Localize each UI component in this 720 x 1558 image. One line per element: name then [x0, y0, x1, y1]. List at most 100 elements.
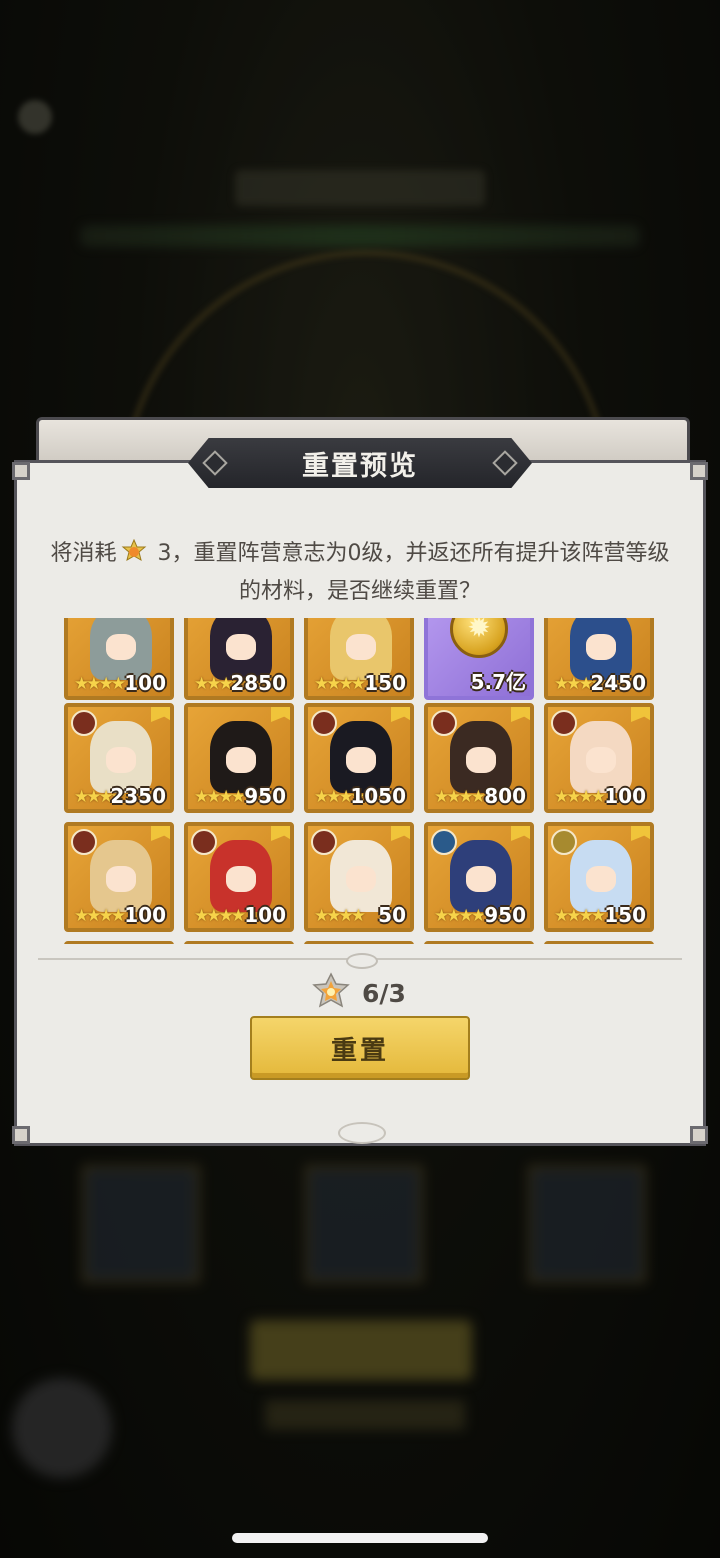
- hero-card[interactable]: ★★★★ 800: [424, 703, 534, 813]
- faction-beast-icon: [431, 710, 457, 736]
- hero-card[interactable]: ★★★★ 150: [544, 822, 654, 932]
- hero-card[interactable]: [424, 941, 534, 944]
- reset-confirmation-message: 将消耗 3，重置阵营意志为0级，并返还所有提升该阵营等级的材料，是否继续重置？: [40, 535, 680, 611]
- hero-face: [586, 634, 616, 660]
- hero-face: [346, 634, 376, 660]
- divider-ornament: [346, 953, 378, 969]
- hero-face: [226, 866, 256, 892]
- hero-face: [106, 866, 136, 892]
- item-count: 100: [244, 903, 286, 927]
- frame-corner-ornament: [690, 1126, 708, 1144]
- hero-card[interactable]: [304, 941, 414, 944]
- item-count: 100: [124, 903, 166, 927]
- rank-ribbon-icon: [631, 826, 650, 841]
- hero-face: [346, 747, 376, 773]
- faction-light-icon: [551, 829, 577, 855]
- cost-counter: 6/3: [362, 978, 406, 1008]
- faction-beast-icon: [191, 829, 217, 855]
- dialog-title-plate: 重置预览: [188, 438, 532, 488]
- item-count: 2350: [110, 784, 166, 808]
- message-body: 3，重置阵营意志为0级，并返还所有提升该阵营等级的材料，是否继续重置？: [150, 541, 670, 604]
- reward-grid[interactable]: ★★★★100★★★★2850★★★★1505.7亿★★★★2450★★★★23…: [60, 618, 660, 944]
- dialog-title: 重置预览: [302, 450, 418, 482]
- hero-face: [226, 634, 256, 660]
- currency-reward-card[interactable]: 5.7亿: [424, 618, 534, 700]
- hero-card[interactable]: ★★★★ 100: [64, 822, 174, 932]
- rank-ribbon-icon: [271, 826, 290, 841]
- item-count: 100: [124, 671, 166, 695]
- reset-button[interactable]: 重置: [250, 1016, 470, 1080]
- hero-card[interactable]: ★★★★ 2850: [184, 618, 294, 700]
- faction-beast-icon: [311, 710, 337, 736]
- item-count: 950: [484, 903, 526, 927]
- faction-beast-icon: [551, 710, 577, 736]
- item-count: 100: [604, 784, 646, 808]
- item-count: 150: [604, 903, 646, 927]
- star-rating: ★★★★: [554, 787, 606, 807]
- faction-beast-icon: [71, 710, 97, 736]
- frame-corner-ornament: [12, 1126, 30, 1144]
- star-rating: ★★★★: [554, 906, 606, 926]
- hero-card[interactable]: ★★★★ 950: [424, 822, 534, 932]
- hero-card[interactable]: ★★★★ 50: [304, 822, 414, 932]
- hero-card[interactable]: ★★★★ 950: [184, 703, 294, 813]
- faction-beast-icon: [311, 829, 337, 855]
- star-rating: ★★★★: [314, 674, 366, 694]
- star-rating: ★★★★: [74, 906, 126, 926]
- hero-face: [346, 866, 376, 892]
- star-rating: ★★★★: [434, 906, 486, 926]
- item-count: 1050: [350, 784, 406, 808]
- hero-card[interactable]: ★★★★ 100: [64, 618, 174, 700]
- hero-card[interactable]: ★★★★ 150: [304, 618, 414, 700]
- title-diamond-ornament: [202, 450, 228, 476]
- home-indicator[interactable]: [232, 1533, 488, 1543]
- rank-ribbon-icon: [151, 707, 170, 722]
- reset-cost: 6/3: [310, 972, 406, 1014]
- faction-will-medal-icon: [312, 972, 350, 1008]
- hero-face: [106, 747, 136, 773]
- hero-card[interactable]: ★★★★ 100: [184, 822, 294, 932]
- rank-ribbon-icon: [151, 826, 170, 841]
- item-count: 2450: [590, 671, 646, 695]
- rank-ribbon-icon: [631, 707, 650, 722]
- faction-water-icon: [431, 829, 457, 855]
- message-prefix: 将消耗: [50, 541, 117, 566]
- star-rating: ★★★★: [314, 906, 366, 926]
- item-count: 2850: [230, 671, 286, 695]
- star-rating: ★★★★: [434, 787, 486, 807]
- item-count: 150: [364, 671, 406, 695]
- hero-card[interactable]: [544, 941, 654, 944]
- faction-beast-icon: [71, 829, 97, 855]
- gold-coin-icon: [450, 618, 508, 658]
- hero-card[interactable]: ★★★★ 2450: [544, 618, 654, 700]
- hero-face: [466, 866, 496, 892]
- hero-face: [466, 747, 496, 773]
- hero-card[interactable]: [64, 941, 174, 944]
- hero-face: [586, 866, 616, 892]
- hero-face: [586, 747, 616, 773]
- item-count: 950: [244, 784, 286, 808]
- rank-ribbon-icon: [271, 707, 290, 722]
- item-count: 50: [378, 903, 406, 927]
- item-count: 5.7亿: [470, 670, 526, 694]
- hero-face: [226, 747, 256, 773]
- game-screen: 重置预览 将消耗 3，重置阵营意志为0级，并返还所有提升该阵营等级的材料，是否继…: [0, 0, 720, 1558]
- rank-ribbon-icon: [391, 826, 410, 841]
- hero-face: [106, 634, 136, 660]
- hero-card[interactable]: ★★★★ 1050: [304, 703, 414, 813]
- hero-card[interactable]: [184, 941, 294, 944]
- faction-will-medal-icon: [121, 539, 146, 562]
- star-rating: ★★★★: [194, 906, 246, 926]
- star-rating: ★★★★: [194, 787, 246, 807]
- rank-ribbon-icon: [511, 826, 530, 841]
- hero-card[interactable]: ★★★★ 100: [544, 703, 654, 813]
- item-count: 800: [484, 784, 526, 808]
- rank-ribbon-icon: [511, 707, 530, 722]
- frame-corner-ornament: [690, 462, 708, 480]
- frame-corner-ornament: [12, 462, 30, 480]
- star-rating: ★★★★: [74, 674, 126, 694]
- title-diamond-ornament: [492, 450, 518, 476]
- rank-ribbon-icon: [391, 707, 410, 722]
- hero-card[interactable]: ★★★★ 2350: [64, 703, 174, 813]
- dialog-bottom-ornament: [338, 1122, 386, 1144]
